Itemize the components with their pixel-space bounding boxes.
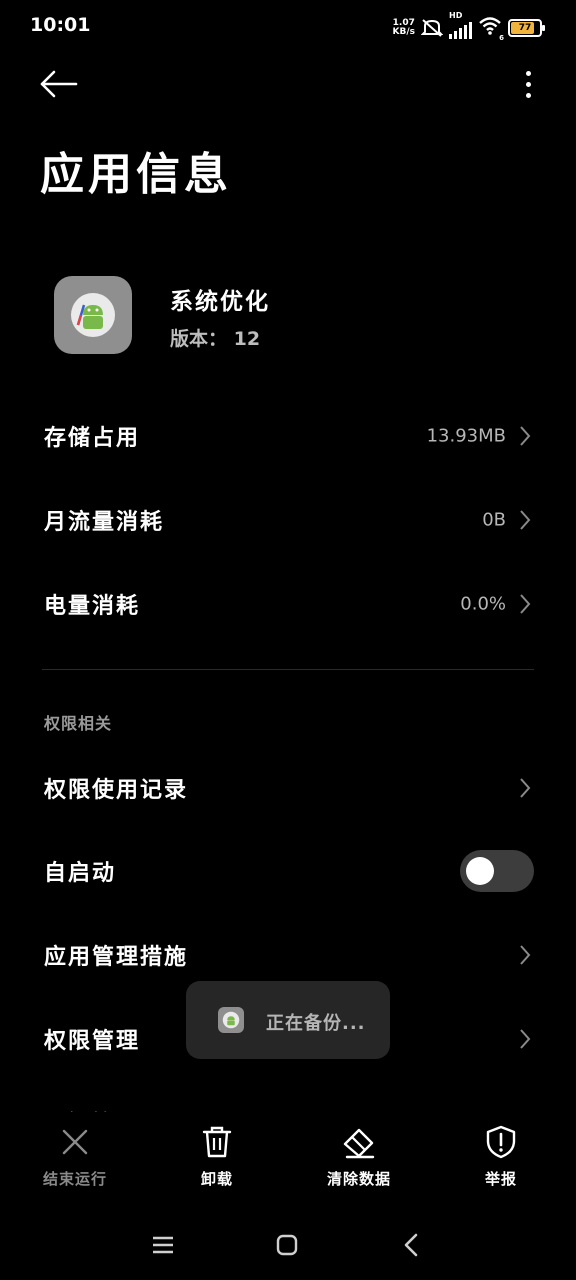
menu-icon[interactable] [152,1234,174,1256]
mute-icon [421,19,443,37]
report-label: 举报 [484,1170,517,1188]
cellular-signal-icon [449,21,472,39]
net-speed: 1.07 KB/s [393,19,415,37]
autostart-row: 自启动 [0,841,576,901]
chevron-right-icon [520,1029,531,1049]
toast-text: 正在备份... [266,1013,366,1034]
arrow-left-icon [40,70,78,98]
wifi-icon [479,17,501,35]
wifi-label: 6 [499,34,504,42]
toggle-knob [466,857,494,885]
autostart-toggle[interactable] [460,850,534,892]
app-management-row[interactable]: 应用管理措施 [0,925,576,985]
traffic-label: 月流量消耗 [44,510,165,535]
battery-icon: 77 [508,19,545,37]
storage-value: 13.93MB [426,425,506,447]
chevron-right-icon [520,945,531,965]
chevron-right-icon [520,594,531,614]
net-speed-unit: KB/s [392,27,415,37]
backup-toast: 正在备份... [186,981,390,1059]
back-nav-icon[interactable] [402,1233,420,1257]
storage-label: 存储占用 [44,426,141,451]
battery-usage-label: 电量消耗 [44,594,141,619]
system-nav-bar [0,1212,576,1280]
permission-usage-label: 权限使用记录 [44,778,189,803]
android-icon [71,293,115,337]
more-options-button[interactable] [518,64,538,104]
page-title: 应用信息 [40,149,232,200]
app-icon-small [218,1007,244,1033]
battery-usage-row[interactable]: 电量消耗 0.0% [0,574,576,634]
autostart-label: 自启动 [44,861,117,886]
chevron-right-icon [520,426,531,446]
app-icon [54,276,132,354]
chevron-right-icon [520,778,531,798]
battery-level: 77 [518,23,532,33]
divider [42,669,534,670]
battery-usage-value: 0.0% [460,593,506,615]
more-dots-icon [525,70,531,76]
storage-row[interactable]: 存储占用 13.93MB [0,406,576,466]
section-title-permissions: 权限相关 [44,714,113,733]
traffic-row[interactable]: 月流量消耗 0B [0,490,576,550]
home-icon[interactable] [276,1234,298,1256]
permission-usage-row[interactable]: 权限使用记录 [0,758,576,818]
force-stop-label: 结束运行 [42,1170,107,1188]
permission-management-label: 权限管理 [44,1029,141,1054]
report-button[interactable]: 举报 [441,1124,561,1189]
close-icon [62,1129,88,1155]
trash-icon [202,1126,232,1158]
back-button[interactable] [36,62,84,106]
clear-data-label: 清除数据 [326,1170,391,1188]
force-stop-button[interactable]: 结束运行 [15,1124,135,1189]
app-version: 版本： 12 [170,328,261,350]
android-icon [222,1011,240,1029]
status-icons: 1.07 KB/s HD 6 77 [393,11,545,42]
hd-label: HD [449,11,463,20]
app-name: 系统优化 [170,289,270,315]
eraser-icon [343,1128,375,1159]
uninstall-label: 卸载 [200,1170,233,1188]
uninstall-button[interactable]: 卸载 [157,1124,277,1189]
app-management-label: 应用管理措施 [44,945,189,970]
status-time: 10:01 [30,14,91,36]
bottom-action-bar: 结束运行 卸载 清除数据 举报 [0,1112,576,1212]
traffic-value: 0B [482,509,506,531]
clear-data-button[interactable]: 清除数据 [299,1124,419,1189]
shield-alert-icon [486,1125,516,1159]
chevron-right-icon [520,510,531,530]
